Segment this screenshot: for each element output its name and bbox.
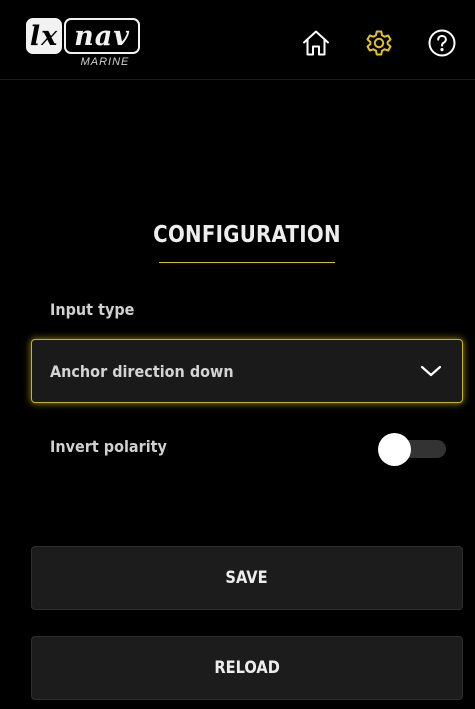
invert-polarity-label: Invert polarity: [50, 437, 167, 456]
title-underline: [159, 262, 335, 263]
invert-polarity-toggle[interactable]: [378, 433, 446, 466]
lxnav-marine-logo[interactable]: lx nav MARINE: [26, 18, 142, 76]
home-icon[interactable]: [301, 28, 331, 58]
input-type-label: Input type: [50, 300, 135, 319]
logo-nav-mark: nav: [64, 18, 140, 54]
logo-subtitle: MARINE: [80, 56, 130, 68]
input-type-selected-value: Anchor direction down: [50, 362, 234, 381]
help-icon[interactable]: [427, 28, 457, 58]
chevron-down-icon: [420, 362, 442, 380]
reload-button[interactable]: RELOAD: [31, 636, 463, 700]
gear-icon[interactable]: [364, 28, 394, 58]
save-button[interactable]: SAVE: [31, 546, 463, 610]
save-button-label: SAVE: [225, 568, 269, 588]
page-title: CONFIGURATION: [153, 222, 341, 248]
logo-lx-mark: lx: [26, 18, 62, 54]
top-bar: lx nav MARINE: [0, 0, 475, 80]
input-type-select[interactable]: Anchor direction down: [31, 339, 463, 403]
toggle-knob: [378, 433, 411, 466]
reload-button-label: RELOAD: [214, 658, 280, 678]
